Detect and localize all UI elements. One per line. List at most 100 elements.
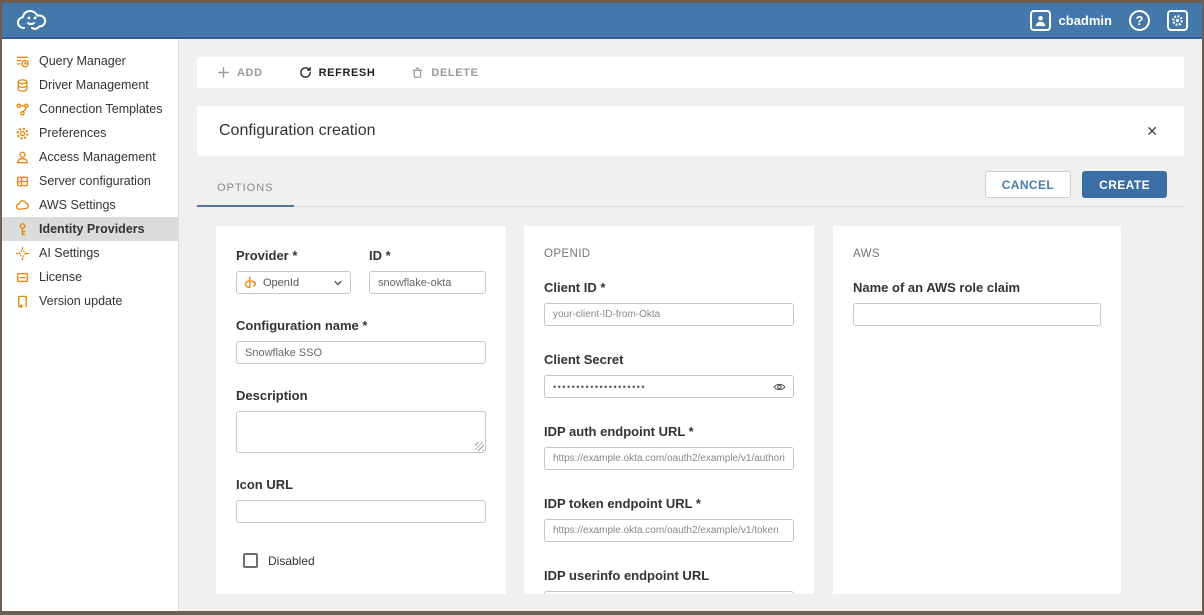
sidebar-item-label: Connection Templates <box>39 102 162 116</box>
sidebar-item-label: Server configuration <box>39 174 151 188</box>
idp-token-endpoint-label: IDP token endpoint URL * <box>544 496 794 511</box>
sidebar-item-server-configuration[interactable]: Server configuration <box>2 169 178 193</box>
sidebar-item-version-update[interactable]: Version update <box>2 289 178 313</box>
cancel-button[interactable]: CANCEL <box>985 171 1071 198</box>
user-name: cbadmin <box>1059 13 1112 28</box>
aws-role-claim-input[interactable] <box>853 303 1101 326</box>
configuration-creation-header: Configuration creation ✕ <box>197 106 1184 156</box>
top-bar: cbadmin ? <box>2 3 1202 39</box>
disabled-checkbox[interactable] <box>243 553 258 568</box>
idp-userinfo-endpoint-label: IDP userinfo endpoint URL <box>544 568 794 583</box>
aws-role-claim-label: Name of an AWS role claim <box>853 280 1101 295</box>
aws-section-label: AWS <box>853 248 1101 260</box>
add-button[interactable]: ADD <box>217 66 263 79</box>
sidebar-item-label: AWS Settings <box>39 198 116 212</box>
description-label: Description <box>236 388 486 403</box>
identity-providers-key-icon <box>15 222 30 237</box>
sidebar-item-label: Query Manager <box>39 54 126 68</box>
sidebar-item-label: Identity Providers <box>39 222 145 236</box>
tab-options[interactable]: OPTIONS <box>197 171 294 207</box>
provider-select[interactable]: OpenId <box>236 271 351 294</box>
sidebar-item-label: AI Settings <box>39 246 99 260</box>
topbar-actions: cbadmin ? <box>1030 10 1188 31</box>
tabs-row: OPTIONS CANCEL CREATE <box>197 171 1184 207</box>
openid-section-label: OPENID <box>544 248 794 260</box>
idp-token-endpoint-input[interactable] <box>544 519 794 542</box>
providers-toolbar: ADD REFRESH DELETE <box>197 57 1184 88</box>
tab-options-label: OPTIONS <box>217 182 274 194</box>
license-icon <box>15 270 30 285</box>
client-id-label: Client ID * <box>544 280 794 295</box>
preferences-gear-icon <box>15 126 30 141</box>
openid-icon <box>244 276 257 289</box>
admin-sidebar: Query Manager Driver Management Connecti… <box>2 39 179 611</box>
refresh-label: REFRESH <box>319 67 376 79</box>
chevron-down-icon <box>333 278 343 288</box>
icon-url-input[interactable] <box>236 500 486 523</box>
openid-settings-card: OPENID Client ID * Client Secret <box>524 226 814 594</box>
form-actions: CANCEL CREATE <box>985 171 1184 198</box>
delete-button[interactable]: DELETE <box>411 66 478 79</box>
provider-label: Provider * <box>236 248 351 263</box>
configuration-name-label: Configuration name * <box>236 318 486 333</box>
sidebar-item-preferences[interactable]: Preferences <box>2 121 178 145</box>
user-menu[interactable]: cbadmin <box>1030 10 1112 31</box>
sidebar-item-query-manager[interactable]: Query Manager <box>2 49 178 73</box>
client-secret-input[interactable] <box>544 375 794 398</box>
general-settings-card: Provider * OpenId ID * <box>216 226 506 594</box>
version-update-icon <box>15 294 30 309</box>
sidebar-item-driver-management[interactable]: Driver Management <box>2 73 178 97</box>
client-id-input[interactable] <box>544 303 794 326</box>
main-content: ADD REFRESH DELETE Configuration cr <box>179 39 1202 611</box>
sidebar-item-label: Preferences <box>39 126 106 140</box>
add-label: ADD <box>237 67 263 79</box>
sidebar-item-label: Access Management <box>39 150 156 164</box>
client-secret-label: Client Secret <box>544 352 794 367</box>
close-icon[interactable]: ✕ <box>1142 119 1162 144</box>
id-input[interactable] <box>369 271 486 294</box>
id-label: ID * <box>369 248 486 263</box>
cloudbeaver-logo-icon <box>14 6 58 34</box>
server-configuration-icon <box>15 174 30 189</box>
description-textarea[interactable] <box>236 411 486 453</box>
query-manager-icon <box>15 54 30 69</box>
user-avatar-icon <box>1030 10 1051 31</box>
idp-auth-endpoint-input[interactable] <box>544 447 794 470</box>
icon-url-label: Icon URL <box>236 477 486 492</box>
sidebar-item-access-management[interactable]: Access Management <box>2 145 178 169</box>
aws-settings-card: AWS Name of an AWS role claim <box>833 226 1121 594</box>
help-icon[interactable]: ? <box>1129 10 1150 31</box>
plus-icon <box>217 66 230 79</box>
driver-management-icon <box>15 78 30 93</box>
create-button[interactable]: CREATE <box>1082 171 1167 198</box>
ai-settings-icon <box>15 246 30 261</box>
sidebar-item-connection-templates[interactable]: Connection Templates <box>2 97 178 121</box>
sidebar-item-label: License <box>39 270 82 284</box>
connection-templates-icon <box>15 102 30 117</box>
configuration-name-input[interactable] <box>236 341 486 364</box>
app-window: cbadmin ? Query Manager <box>0 0 1204 615</box>
sidebar-item-label: Driver Management <box>39 78 149 92</box>
sidebar-item-ai-settings[interactable]: AI Settings <box>2 241 178 265</box>
sidebar-item-identity-providers[interactable]: Identity Providers <box>2 217 178 241</box>
refresh-icon <box>299 66 312 79</box>
resize-handle[interactable] <box>475 442 484 451</box>
sidebar-item-label: Version update <box>39 294 122 308</box>
idp-auth-endpoint-label: IDP auth endpoint URL * <box>544 424 794 439</box>
app-body: Query Manager Driver Management Connecti… <box>2 39 1202 611</box>
access-management-person-icon <box>15 150 30 165</box>
help-glyph: ? <box>1136 13 1144 28</box>
idp-userinfo-endpoint-input[interactable] <box>544 591 794 594</box>
settings-gear-icon[interactable] <box>1167 10 1188 31</box>
sidebar-item-license[interactable]: License <box>2 265 178 289</box>
aws-cloud-icon <box>15 198 30 213</box>
page-title: Configuration creation <box>219 122 376 140</box>
sidebar-item-aws-settings[interactable]: AWS Settings <box>2 193 178 217</box>
trash-icon <box>411 66 424 79</box>
disabled-label: Disabled <box>268 554 315 568</box>
delete-label: DELETE <box>431 67 478 79</box>
provider-value: OpenId <box>263 277 299 289</box>
show-password-eye-icon[interactable] <box>773 380 786 393</box>
refresh-button[interactable]: REFRESH <box>299 66 376 79</box>
configuration-form: Provider * OpenId ID * <box>216 226 1184 594</box>
